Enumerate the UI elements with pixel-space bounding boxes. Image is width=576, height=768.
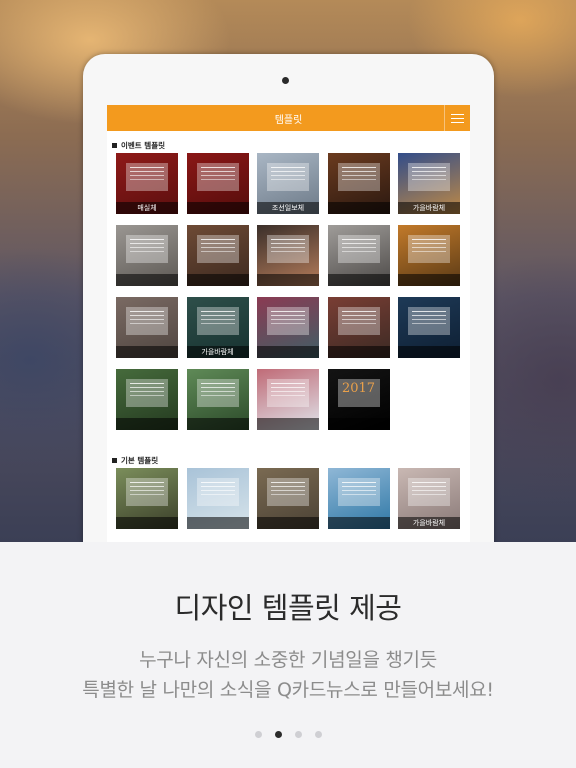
template-font-label	[116, 346, 178, 358]
page-indicator	[0, 731, 576, 738]
template-thumbnail[interactable]	[327, 225, 390, 286]
template-thumbnail[interactable]	[257, 468, 319, 529]
template-thumbnail[interactable]	[116, 369, 178, 430]
event-section-title: 이벤트 템플릿	[107, 137, 470, 153]
camera-dot	[282, 77, 289, 84]
template-thumbnail[interactable]	[116, 225, 178, 286]
template-text-lines	[271, 239, 305, 240]
subtitle-line-2: 특별한 날 나만의 소식을 Q카드뉴스로 만들어보세요!	[82, 679, 494, 701]
template-text-lines	[341, 482, 376, 483]
template-thumbnail[interactable]: 매실체	[116, 153, 178, 214]
template-thumbnail[interactable]	[116, 297, 178, 358]
template-text-lines	[130, 167, 164, 168]
template-font-label	[327, 202, 390, 214]
page-dot[interactable]	[314, 731, 322, 738]
template-font-label	[257, 418, 319, 430]
template-text-lines	[130, 482, 164, 483]
page-dot[interactable]	[294, 731, 302, 738]
template-thumbnail[interactable]	[186, 468, 249, 529]
template-year-text: 2017	[341, 381, 376, 396]
template-thumbnail[interactable]	[257, 297, 319, 358]
template-font-label	[116, 517, 178, 529]
template-thumbnail[interactable]	[257, 369, 319, 430]
template-font-label	[327, 418, 390, 430]
template-thumbnail[interactable]	[257, 225, 319, 286]
template-text-lines	[271, 482, 305, 483]
template-thumbnail[interactable]	[327, 297, 390, 358]
template-thumbnail[interactable]: 2017	[327, 369, 390, 430]
subtitle-line-1: 누구나 자신의 소중한 기념일을 챙기듯	[139, 649, 437, 671]
template-thumbnail[interactable]	[398, 225, 460, 286]
template-font-label: 가을바람체	[186, 346, 249, 358]
template-thumbnail[interactable]	[186, 369, 249, 430]
template-font-label	[398, 274, 460, 286]
template-font-label	[257, 274, 319, 286]
app-header: 템플릿	[107, 105, 470, 131]
bullet-square-icon	[112, 142, 117, 148]
template-font-label	[116, 274, 178, 286]
template-thumbnail[interactable]	[186, 153, 249, 214]
template-text-lines	[200, 482, 235, 483]
template-thumbnail[interactable]	[116, 468, 178, 529]
caption-panel: 디자인 템플릿 제공 누구나 자신의 소중한 기념일을 챙기듯 특별한 날 나만…	[0, 542, 576, 768]
template-text-lines	[130, 311, 164, 312]
app-title: 템플릿	[274, 114, 303, 126]
template-font-label: 가을바람체	[398, 517, 460, 529]
template-font-label	[327, 346, 390, 358]
template-text-lines	[130, 383, 164, 384]
template-font-label	[116, 418, 178, 430]
template-thumbnail[interactable]	[398, 297, 460, 358]
template-thumbnail[interactable]	[186, 225, 249, 286]
template-text-lines	[200, 311, 235, 312]
headline: 디자인 템플릿 제공	[174, 591, 402, 625]
template-font-label: 가을바람체	[398, 202, 460, 214]
template-thumbnail[interactable]	[327, 153, 390, 214]
template-thumbnail[interactable]: 가을바람체	[398, 153, 460, 214]
template-text-lines	[412, 167, 446, 168]
template-text-lines	[271, 167, 305, 168]
template-text-lines	[412, 239, 446, 240]
template-text-lines	[200, 383, 235, 384]
template-text-lines	[200, 239, 235, 240]
template-text-lines	[341, 167, 376, 168]
template-font-label	[186, 418, 249, 430]
template-text-lines	[271, 311, 305, 312]
template-font-label	[186, 517, 249, 529]
template-font-label	[327, 274, 390, 286]
template-font-label: 매실체	[116, 202, 178, 214]
page-dot[interactable]	[254, 731, 262, 738]
template-font-label	[327, 517, 390, 529]
template-font-label	[186, 274, 249, 286]
template-text-lines	[200, 167, 235, 168]
template-text-lines	[412, 311, 446, 312]
bullet-square-icon	[112, 457, 117, 463]
template-text-lines	[341, 311, 376, 312]
template-font-label	[257, 517, 319, 529]
template-text-lines	[412, 482, 446, 483]
template-thumbnail[interactable]	[327, 468, 390, 529]
template-font-label: 조선일보체	[257, 202, 319, 214]
template-thumbnail[interactable]: 가을바람체	[186, 297, 249, 358]
tablet-frame: 템플릿 이벤트 템플릿 매실체 조선일보체 가을바람체 가을바람체 2017 기본 템플…	[83, 54, 494, 574]
tablet-screen: 템플릿 이벤트 템플릿 매실체 조선일보체 가을바람체 가을바람체 2017 기본 템플…	[107, 105, 470, 542]
template-font-label	[186, 202, 249, 214]
template-text-lines	[271, 383, 305, 384]
template-font-label	[398, 346, 460, 358]
basic-template-grid: 가을바람체	[107, 468, 470, 529]
template-font-label	[257, 346, 319, 358]
template-text-lines	[341, 239, 376, 240]
page-dot[interactable]	[274, 731, 282, 738]
template-text-lines	[130, 239, 164, 240]
event-template-grid: 매실체 조선일보체 가을바람체 가을바람체 2017	[107, 153, 470, 430]
template-thumbnail[interactable]: 가을바람체	[398, 468, 460, 529]
basic-section-title: 기본 템플릿	[107, 452, 470, 468]
hamburger-menu-icon[interactable]	[444, 105, 470, 131]
template-thumbnail[interactable]: 조선일보체	[257, 153, 319, 214]
